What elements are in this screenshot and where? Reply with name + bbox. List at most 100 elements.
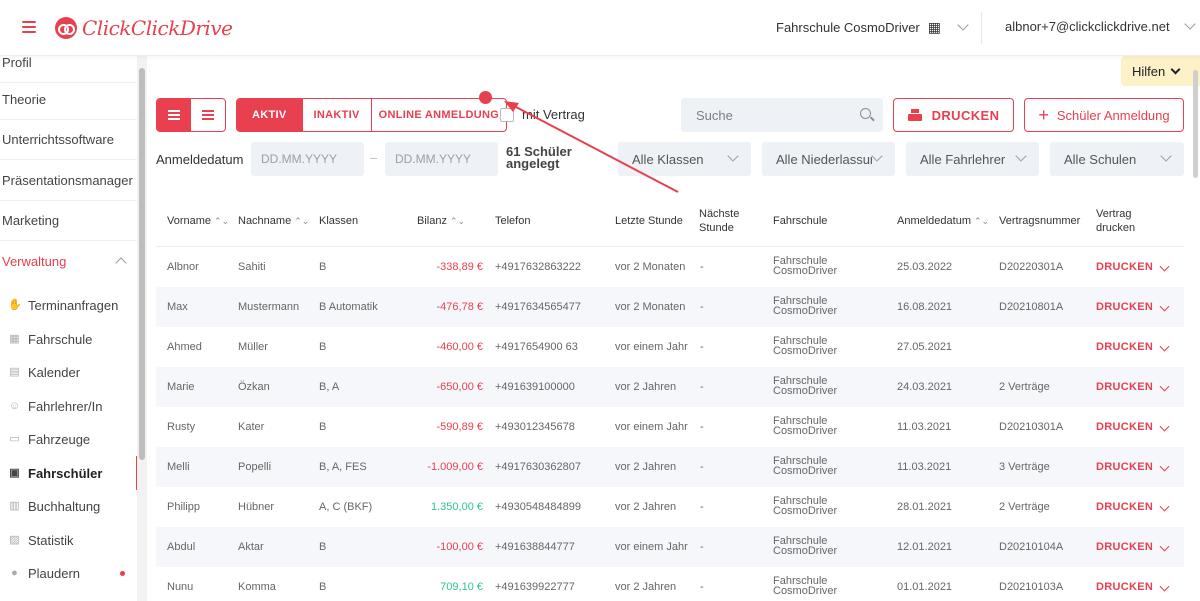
col-bilanz[interactable]: Bilanz ⌃⌄: [417, 214, 465, 228]
print-contract-label: DRUCKEN: [1096, 581, 1154, 593]
user-menu[interactable]: albnor+7@clickclickdrive.net: [1005, 18, 1196, 34]
cell-last-lesson: vor einem Jahr: [615, 341, 688, 353]
add-student-button[interactable]: + Schüler Anmeldung: [1024, 98, 1184, 132]
cell-date: 16.08.2021: [897, 301, 953, 313]
table-row[interactable]: Ahmed Müller B +4917654900 63 vor einem Jahr…: [156, 327, 1184, 367]
print-contract-button[interactable]: DRUCKEN: [1096, 381, 1170, 393]
chevron-down-icon: [1160, 150, 1172, 162]
sidebar-subitem-fahrzeuge[interactable]: ▭ Fahrzeuge: [8, 424, 137, 454]
sidebar-subitem-kalender[interactable]: ▤ Kalender: [8, 357, 137, 387]
table-row[interactable]: Albnor Sahiti B +4917632863222 vor 2 Monaten…: [156, 247, 1184, 287]
list-view-button[interactable]: [157, 99, 191, 131]
print-contract-button[interactable]: DRUCKEN: [1096, 541, 1170, 553]
menu-icon[interactable]: [22, 21, 36, 33]
school-filter[interactable]: Alle Schulen: [1050, 142, 1184, 176]
notification-dot: [479, 91, 492, 104]
instructor-filter[interactable]: Alle Fahrlehrer: [906, 142, 1039, 176]
cell-last: Aktar: [238, 541, 264, 553]
print-contract-button[interactable]: DRUCKEN: [1096, 461, 1170, 473]
col-vorname[interactable]: Vorname ⌃⌄: [167, 214, 229, 228]
printer-icon: [907, 109, 922, 121]
print-contract-label: DRUCKEN: [1096, 301, 1154, 313]
cell-last: Sahiti: [238, 261, 266, 273]
school-selector[interactable]: Fahrschule CosmoDriver ▦: [776, 19, 969, 36]
col-fahrschule: Fahrschule: [773, 215, 828, 227]
col-anmeldedatum[interactable]: Anmeldedatum ⌃⌄: [897, 214, 989, 228]
col-label: Vorname: [167, 215, 212, 227]
sidebar-scrollbar-thumb[interactable]: [139, 68, 145, 460]
sidebar-item-marketing[interactable]: Marketing: [0, 201, 137, 241]
sidebar-item-profil[interactable]: Profil: [0, 56, 137, 83]
sidebar-item-label: Profil: [2, 56, 32, 70]
cell-last-lesson: vor 2 Jahren: [615, 381, 677, 393]
table-row[interactable]: Nunu Komma B +491639922777 vor 2 Jahren - 01.0…: [156, 567, 1184, 601]
col-nachname[interactable]: Nachname ⌃⌄: [238, 214, 309, 228]
table-row[interactable]: Melli Popelli B, A, FES +4917630362807 vor 2…: [156, 447, 1184, 487]
chevron-up-icon: [115, 257, 127, 269]
sidebar-item-verwaltung[interactable]: Verwaltung: [0, 241, 137, 281]
cell-next-lesson: -: [700, 301, 704, 313]
print-contract-button[interactable]: DRUCKEN: [1096, 341, 1170, 353]
table-row[interactable]: Philipp Hübner A, C (BKF) +4930548484899 vor…: [156, 487, 1184, 527]
cell-contract: D20210103A: [999, 581, 1064, 593]
checkbox[interactable]: [500, 107, 514, 122]
logo[interactable]: ClickClickDrive: [55, 16, 233, 40]
col-letzte-stunde: Letzte Stunde: [615, 215, 683, 227]
tab-inaktiv[interactable]: INAKTIV: [303, 99, 372, 131]
cell-phone: +4917654900 63: [495, 341, 578, 353]
table-row[interactable]: Marie Özkan B, A +491639100000 vor 2 Jahren -…: [156, 367, 1184, 407]
print-contract-button[interactable]: DRUCKEN: [1096, 501, 1170, 513]
header-divider: [981, 12, 982, 44]
cell-first: Ahmed: [167, 341, 202, 353]
sidebar-item-praesentationsmanager[interactable]: Präsentationsmanager: [0, 161, 137, 201]
hand-icon: ✋: [8, 298, 22, 311]
sidebar-subitem-buchhaltung[interactable]: ▥ Buchhaltung: [8, 491, 137, 521]
date-to-input[interactable]: [385, 142, 498, 176]
help-button[interactable]: Hilfen: [1121, 56, 1200, 86]
cell-next-lesson: -: [700, 461, 704, 473]
cell-phone: +4930548484899: [495, 501, 581, 513]
building-icon: ▦: [9, 332, 20, 345]
student-count: 61 Schüler angelegt: [506, 144, 572, 171]
cell-balance: 709,10 €: [440, 581, 483, 593]
cell-date: 28.01.2021: [897, 501, 953, 513]
print-contract-button[interactable]: DRUCKEN: [1096, 301, 1170, 313]
main-scrollbar-thumb[interactable]: [1193, 70, 1198, 178]
with-contract-checkbox[interactable]: mit Vertrag: [500, 107, 585, 122]
notification-dot: [120, 571, 125, 576]
detail-list-icon: [202, 108, 214, 122]
sidebar-subitem-statistik[interactable]: ▨ Statistik: [8, 525, 137, 555]
print-contract-button[interactable]: DRUCKEN: [1096, 421, 1170, 433]
cell-next-lesson: -: [700, 261, 704, 273]
table-row[interactable]: Abdul Aktar B +491638844777 vor einem Jahr -1…: [156, 527, 1184, 567]
table-row[interactable]: Max Mustermann B Automatik +4917634565477 vo…: [156, 287, 1184, 327]
cell-first: Marie: [167, 381, 195, 393]
school-filter-value: Alle Schulen: [1064, 151, 1137, 167]
table-header: Vorname ⌃⌄ Nachname ⌃⌄ Klassen Bilanz ⌃⌄ Te…: [156, 194, 1184, 247]
branch-filter-value: Alle Niederlassungen: [776, 151, 872, 167]
search-icon[interactable]: [860, 108, 871, 119]
print-contract-button[interactable]: DRUCKEN: [1096, 581, 1170, 593]
cell-contract: D20210104A: [999, 541, 1064, 553]
cell-phone: +491639100000: [495, 381, 575, 393]
print-contract-label: DRUCKEN: [1096, 341, 1154, 353]
branch-filter[interactable]: Alle Niederlassungen: [762, 142, 895, 176]
cell-last: Komma: [238, 581, 276, 593]
tab-aktiv[interactable]: AKTIV: [237, 99, 303, 131]
sidebar-subitem-fahrschueler[interactable]: ▣ Fahrschüler: [8, 458, 137, 488]
print-contract-button[interactable]: DRUCKEN: [1096, 261, 1170, 273]
print-button[interactable]: DRUCKEN: [893, 98, 1014, 132]
sidebar-subitem-fahrlehrer[interactable]: ☺ Fahrlehrer/In: [8, 391, 137, 421]
class-filter[interactable]: Alle Klassen: [618, 142, 751, 176]
detail-view-button[interactable]: [191, 99, 225, 131]
search-input[interactable]: [681, 98, 883, 132]
cell-contract: 2 Verträge: [999, 381, 1050, 393]
sidebar-subitem-fahrschule[interactable]: ▦ Fahrschule: [8, 324, 137, 354]
cell-school: Fahrschule CosmoDriver: [773, 375, 838, 397]
sidebar-item-unterrichtssoftware[interactable]: Unterrichtssoftware: [0, 120, 137, 160]
sidebar-item-theorie[interactable]: Theorie: [0, 80, 137, 120]
table-row[interactable]: Rusty Kater B +493012345678 vor einem Jahr - 1…: [156, 407, 1184, 447]
sidebar-subitem-plaudern[interactable]: ● Plaudern: [8, 558, 137, 588]
date-from-input[interactable]: [251, 142, 364, 176]
sidebar-subitem-terminanfragen[interactable]: ✋ Terminanfragen: [8, 290, 137, 320]
